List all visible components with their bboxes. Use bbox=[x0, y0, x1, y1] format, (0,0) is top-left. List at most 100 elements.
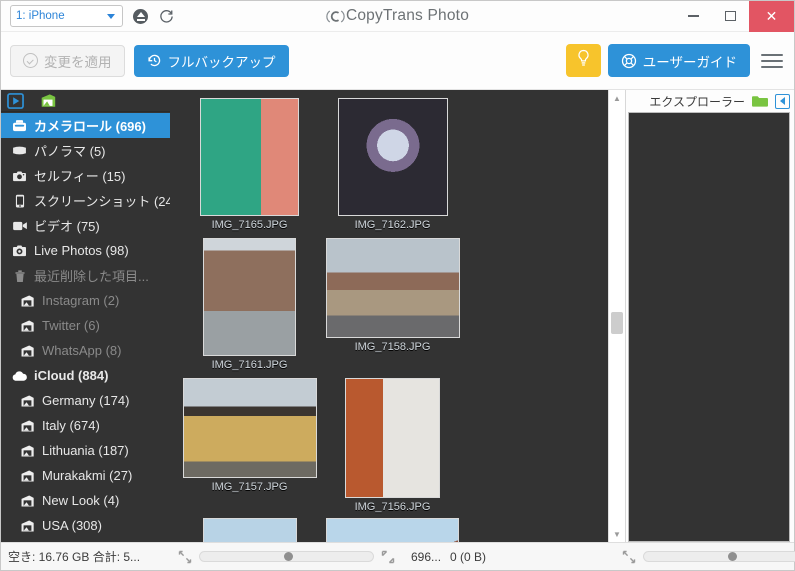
zoom-out-icon[interactable] bbox=[622, 550, 636, 564]
total-count-label: 696... bbox=[411, 549, 442, 564]
albums-tab[interactable] bbox=[39, 93, 57, 109]
explorer-title: エクスプローラー bbox=[649, 94, 745, 109]
photo-thumbnail[interactable] bbox=[326, 518, 459, 542]
video-icon bbox=[9, 220, 30, 231]
cloud-icon bbox=[9, 370, 30, 382]
explorer-thumbnail-size-slider[interactable] bbox=[643, 551, 795, 562]
scroll-down-icon[interactable]: ▼ bbox=[609, 526, 625, 542]
copytrans-photo-window: 1: iPhone CopyTrans Photo ✕ 変更を適用 フルバックア… bbox=[0, 0, 795, 571]
sidebar-item[interactable]: Live Photos (98) bbox=[1, 238, 170, 263]
sidebar-item[interactable]: Instagram (2) bbox=[1, 288, 170, 313]
selected-count-label: 0 (0 B) bbox=[450, 549, 487, 564]
sidebar-item[interactable]: 最近削除した項目... bbox=[1, 263, 170, 288]
refresh-icon[interactable] bbox=[158, 8, 175, 25]
sidebar-item-label: セルフィー (15) bbox=[34, 169, 126, 184]
album-icon bbox=[17, 319, 38, 333]
sidebar-item-label: パノラマ (5) bbox=[34, 144, 106, 159]
sidebar-item-label: Twitter (6) bbox=[42, 318, 100, 333]
status-bar: 空き: 16.76 GB 合計: 5... 696... 0 (0 B) ◢ bbox=[1, 542, 795, 570]
thumbnail-cell[interactable]: IMG_7155.JPG bbox=[178, 518, 321, 542]
chevron-down-icon bbox=[107, 13, 115, 19]
photo-thumbnail[interactable] bbox=[182, 378, 317, 478]
photo-thumbnail[interactable] bbox=[200, 98, 299, 216]
thumbnail-vertical-scrollbar[interactable]: ▲ ▼ bbox=[608, 90, 625, 542]
tips-button[interactable] bbox=[565, 44, 601, 77]
album-list: カメラロール (696) パノラマ (5) セルフィー (15) スクリーンショット … bbox=[1, 112, 170, 542]
full-backup-button[interactable]: フルバックアップ bbox=[133, 44, 289, 77]
green-folder-icon[interactable] bbox=[751, 94, 769, 108]
album-icon bbox=[17, 469, 38, 483]
photo-thumbnail[interactable] bbox=[203, 238, 296, 356]
eject-icon[interactable] bbox=[132, 8, 149, 25]
thumbnail-filename: IMG_7156.JPG bbox=[354, 501, 431, 513]
sidebar-item[interactable]: ビデオ (75) bbox=[1, 213, 170, 238]
sidebar-item[interactable]: Lithuania (187) bbox=[1, 438, 170, 463]
close-button[interactable]: ✕ bbox=[749, 0, 794, 32]
album-icon bbox=[17, 344, 38, 358]
maximize-button[interactable] bbox=[712, 1, 749, 32]
thumbnail-size-slider[interactable] bbox=[199, 551, 374, 562]
thumbnail-grid: IMG_7165.JPG IMG_7162.JPG IMG_7161.JPG IMG_… bbox=[170, 90, 608, 542]
thumbnail-cell[interactable]: IMG_7165.JPG bbox=[178, 98, 321, 238]
zoom-out-icon[interactable] bbox=[178, 550, 192, 564]
sidebar-item-label: Live Photos (98) bbox=[34, 243, 129, 258]
selfie-icon bbox=[9, 170, 30, 182]
sidebar-item-label: カメラロール (696) bbox=[34, 119, 146, 134]
sidebar-item-label: Instagram (2) bbox=[42, 293, 120, 308]
sidebar-item-label: スクリーンショット (24) bbox=[34, 194, 170, 209]
photo-thumbnail[interactable] bbox=[345, 378, 440, 498]
thumbnail-cell[interactable]: IMG_7154.JPG bbox=[321, 518, 464, 542]
sidebar-item[interactable]: セルフィー (15) bbox=[1, 163, 170, 188]
photos-tab[interactable] bbox=[7, 92, 25, 109]
explorer-header: エクスプローラー bbox=[626, 90, 794, 112]
trash-icon bbox=[9, 269, 30, 283]
minimize-button[interactable] bbox=[675, 1, 712, 32]
zoom-in-icon[interactable] bbox=[381, 550, 395, 564]
thumbnail-cell[interactable]: IMG_7162.JPG bbox=[321, 98, 464, 238]
device-zoom-control bbox=[170, 550, 403, 564]
sidebar-item[interactable]: Twitter (6) bbox=[1, 313, 170, 338]
photo-thumbnail[interactable] bbox=[202, 518, 297, 542]
album-icon bbox=[17, 519, 38, 533]
photo-thumbnail[interactable] bbox=[337, 98, 448, 216]
sidebar-item[interactable]: iCloud (884) bbox=[1, 363, 170, 388]
scrollbar-thumb[interactable] bbox=[611, 312, 623, 334]
thumbnail-filename: IMG_7162.JPG bbox=[354, 219, 431, 231]
thumbnail-cell[interactable]: IMG_7157.JPG bbox=[178, 378, 321, 518]
sidebar-item[interactable]: Germany (174) bbox=[1, 388, 170, 413]
sidebar-item-label: Italy (674) bbox=[42, 418, 100, 433]
album-icon bbox=[17, 444, 38, 458]
hamburger-menu-icon[interactable] bbox=[761, 53, 783, 68]
device-selector[interactable]: 1: iPhone bbox=[10, 5, 123, 27]
history-clock-icon bbox=[147, 53, 162, 68]
collapse-left-icon[interactable] bbox=[775, 93, 790, 109]
sidebar-item-label: New Look (4) bbox=[42, 493, 120, 508]
window-controls: ✕ bbox=[675, 0, 794, 32]
album-icon bbox=[17, 419, 38, 433]
user-guide-label: ユーザーガイド bbox=[642, 54, 737, 70]
explorer-zoom-control bbox=[614, 550, 795, 564]
sidebar-item[interactable]: パノラマ (5) bbox=[1, 138, 170, 163]
thumbnail-cell[interactable]: IMG_7158.JPG bbox=[321, 238, 464, 378]
sidebar-item[interactable]: Murakakmi (27) bbox=[1, 463, 170, 488]
sidebar-item[interactable]: カメラロール (696) bbox=[1, 113, 170, 138]
thumbnail-filename: IMG_7165.JPG bbox=[211, 219, 288, 231]
thumbnail-filename: IMG_7158.JPG bbox=[354, 341, 431, 353]
sidebar-item[interactable]: USA (308) bbox=[1, 513, 170, 538]
user-guide-button[interactable]: ユーザーガイド bbox=[607, 44, 750, 77]
sidebar-item[interactable]: WhatsApp (8) bbox=[1, 338, 170, 363]
explorer-panel: エクスプローラー bbox=[625, 90, 794, 542]
sidebar-item[interactable]: Italy (674) bbox=[1, 413, 170, 438]
explorer-file-area[interactable] bbox=[628, 112, 790, 542]
photo-thumbnail[interactable] bbox=[325, 238, 460, 338]
album-icon bbox=[17, 494, 38, 508]
thumbnail-cell[interactable]: IMG_7156.JPG bbox=[321, 378, 464, 518]
sidebar-item-label: USA (308) bbox=[42, 518, 102, 533]
sidebar-item[interactable]: New Look (4) bbox=[1, 488, 170, 513]
sidebar-item-label: 最近削除した項目... bbox=[34, 269, 149, 284]
thumbnail-cell[interactable]: IMG_7161.JPG bbox=[178, 238, 321, 378]
apply-changes-label: 変更を適用 bbox=[44, 54, 112, 70]
scroll-up-icon[interactable]: ▲ bbox=[609, 90, 625, 106]
sidebar-item[interactable]: スクリーンショット (24) bbox=[1, 188, 170, 213]
apply-changes-button[interactable]: 変更を適用 bbox=[10, 44, 125, 77]
